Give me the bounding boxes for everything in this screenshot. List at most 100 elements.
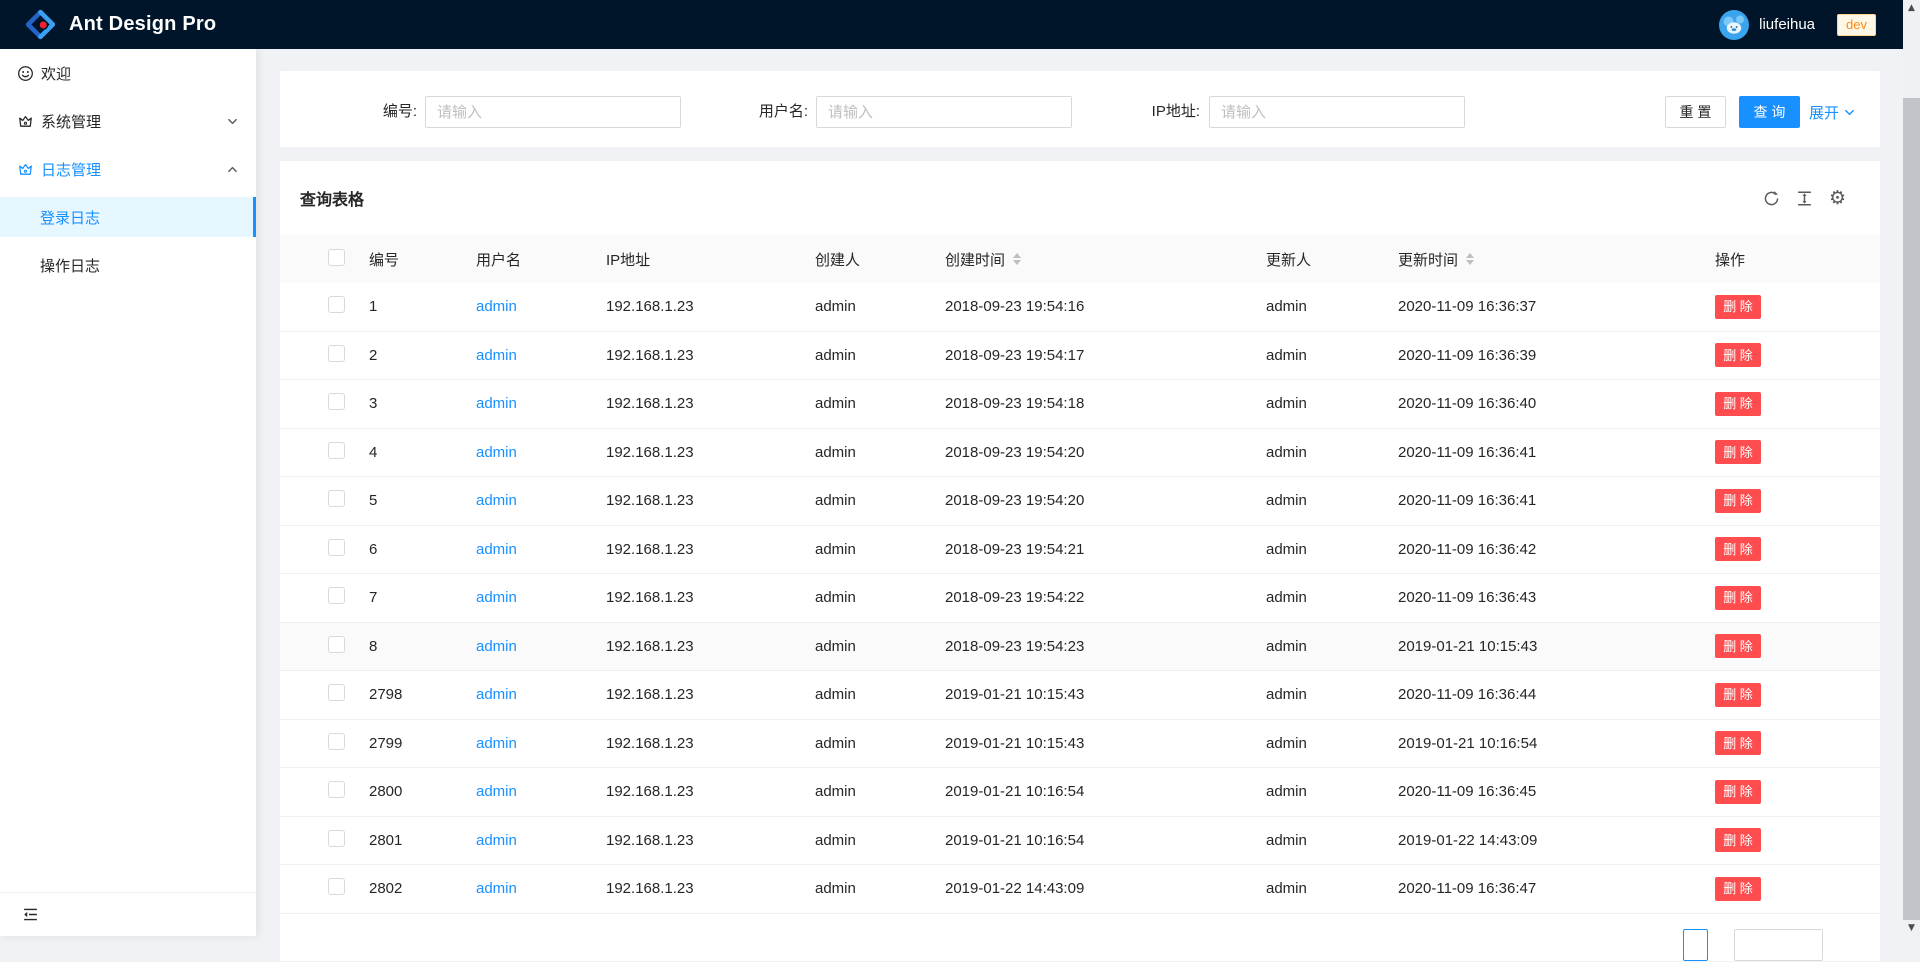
cell-creator: admin <box>815 541 945 558</box>
table-row: 2801 admin 192.168.1.23 admin 2019-01-21… <box>280 817 1880 866</box>
delete-button[interactable]: 删 除 <box>1715 392 1761 416</box>
search-form-card: 编号: 用户名: IP地址: 重 置 查 询 展开 <box>280 71 1880 147</box>
username-link[interactable]: admin <box>476 783 517 800</box>
table-header-row: 编号 用户名 IP地址 创建人 创建时间 更新人 <box>280 235 1880 283</box>
username-link[interactable]: admin <box>476 686 517 703</box>
username-link[interactable]: admin <box>476 638 517 655</box>
username-link[interactable]: admin <box>476 541 517 558</box>
cell-created-time: 2018-09-23 19:54:22 <box>945 589 1266 606</box>
delete-button[interactable]: 删 除 <box>1715 537 1761 561</box>
row-checkbox[interactable] <box>328 393 345 410</box>
scrollbar-down-arrow-icon[interactable]: ▼ <box>1903 920 1920 936</box>
delete-button[interactable]: 删 除 <box>1715 731 1761 755</box>
row-checkbox[interactable] <box>328 878 345 895</box>
cell-creator: admin <box>815 735 945 752</box>
cell-updated-time: 2020-11-09 16:36:41 <box>1398 492 1715 509</box>
username-link[interactable]: admin <box>476 735 517 752</box>
id-input[interactable] <box>425 96 681 128</box>
row-checkbox[interactable] <box>328 490 345 507</box>
delete-button[interactable]: 删 除 <box>1715 489 1761 513</box>
avatar[interactable] <box>1719 10 1749 40</box>
reset-button[interactable]: 重 置 <box>1665 96 1726 128</box>
username-link[interactable]: admin <box>476 395 517 412</box>
row-checkbox[interactable] <box>328 296 345 313</box>
row-checkbox[interactable] <box>328 345 345 362</box>
delete-button[interactable]: 删 除 <box>1715 683 1761 707</box>
cell-updater: admin <box>1266 395 1398 412</box>
cell-creator: admin <box>815 395 945 412</box>
cell-updater: admin <box>1266 735 1398 752</box>
sidebar-item-system-mgmt[interactable]: 系统管理 <box>0 101 256 141</box>
username-link[interactable]: admin <box>476 298 517 315</box>
column-height-icon[interactable] <box>1796 190 1813 207</box>
table-row: 2799 admin 192.168.1.23 admin 2019-01-21… <box>280 720 1880 769</box>
row-checkbox[interactable] <box>328 442 345 459</box>
column-header-updated-time[interactable]: 更新时间 <box>1398 249 1715 270</box>
scrollbar-up-arrow-icon[interactable]: ▲ <box>1903 0 1920 16</box>
username-link[interactable]: admin <box>476 444 517 461</box>
pagination-page-button[interactable] <box>1683 929 1708 961</box>
cell-id: 1 <box>369 298 476 315</box>
username-link[interactable]: admin <box>476 589 517 606</box>
table-row: 8 admin 192.168.1.23 admin 2018-09-23 19… <box>280 623 1880 672</box>
row-checkbox[interactable] <box>328 733 345 750</box>
cell-creator: admin <box>815 880 945 897</box>
select-all-checkbox[interactable] <box>328 249 345 266</box>
reload-icon[interactable] <box>1763 190 1780 207</box>
username-link[interactable]: admin <box>476 880 517 897</box>
delete-button[interactable]: 删 除 <box>1715 634 1761 658</box>
sidebar-item-operation-log[interactable]: 操作日志 <box>0 245 256 285</box>
delete-button[interactable]: 删 除 <box>1715 295 1761 319</box>
cell-ip-address: 192.168.1.23 <box>606 686 815 703</box>
row-checkbox[interactable] <box>328 781 345 798</box>
scrollbar-thumb[interactable] <box>1903 98 1920 920</box>
sidebar-item-login-log[interactable]: 登录日志 <box>0 197 256 237</box>
vertical-scrollbar[interactable]: ▲ ▼ <box>1903 0 1920 936</box>
username-link[interactable]: admin <box>476 347 517 364</box>
row-checkbox[interactable] <box>328 830 345 847</box>
sidebar-item-welcome[interactable]: 欢迎 <box>0 53 256 93</box>
cell-id: 7 <box>369 589 476 606</box>
delete-button[interactable]: 删 除 <box>1715 828 1761 852</box>
pagination-size-select[interactable] <box>1734 929 1823 961</box>
table-row: 1 admin 192.168.1.23 admin 2018-09-23 19… <box>280 283 1880 332</box>
row-checkbox[interactable] <box>328 636 345 653</box>
cell-updater: admin <box>1266 347 1398 364</box>
row-checkbox[interactable] <box>328 587 345 604</box>
sort-carets-icon[interactable] <box>1466 253 1474 265</box>
cell-ip-address: 192.168.1.23 <box>606 638 815 655</box>
cell-creator: admin <box>815 832 945 849</box>
username-link[interactable]: admin <box>476 492 517 509</box>
sort-carets-icon[interactable] <box>1013 253 1021 265</box>
smile-icon <box>17 65 34 82</box>
cell-creator: admin <box>815 783 945 800</box>
cell-ip-address: 192.168.1.23 <box>606 347 815 364</box>
menu-fold-icon[interactable] <box>22 906 39 923</box>
table-toolbar: 查询表格 ⚙ <box>280 161 1880 235</box>
username-input[interactable] <box>816 96 1072 128</box>
query-button[interactable]: 查 询 <box>1739 96 1800 128</box>
env-tag: dev <box>1837 14 1876 36</box>
cell-created-time: 2019-01-21 10:15:43 <box>945 735 1266 752</box>
username-link[interactable]: admin <box>476 832 517 849</box>
ip-input[interactable] <box>1209 96 1465 128</box>
delete-button[interactable]: 删 除 <box>1715 586 1761 610</box>
row-checkbox[interactable] <box>328 684 345 701</box>
brand[interactable]: Ant Design Pro <box>24 8 216 41</box>
cell-id: 2799 <box>369 735 476 752</box>
column-header-created-time[interactable]: 创建时间 <box>945 249 1266 270</box>
row-checkbox[interactable] <box>328 539 345 556</box>
field-label-id: 编号: <box>280 96 417 128</box>
user-menu[interactable]: liufeihua dev <box>1719 10 1876 40</box>
delete-button[interactable]: 删 除 <box>1715 343 1761 367</box>
sidebar-item-log-mgmt[interactable]: 日志管理 <box>0 149 256 189</box>
delete-button[interactable]: 删 除 <box>1715 877 1761 901</box>
table-row: 2 admin 192.168.1.23 admin 2018-09-23 19… <box>280 332 1880 381</box>
settings-icon[interactable]: ⚙ <box>1829 190 1846 207</box>
cell-created-time: 2018-09-23 19:54:18 <box>945 395 1266 412</box>
delete-button[interactable]: 删 除 <box>1715 440 1761 464</box>
delete-button[interactable]: 删 除 <box>1715 780 1761 804</box>
expand-link[interactable]: 展开 <box>1809 96 1855 128</box>
cell-ip-address: 192.168.1.23 <box>606 298 815 315</box>
cell-creator: admin <box>815 589 945 606</box>
